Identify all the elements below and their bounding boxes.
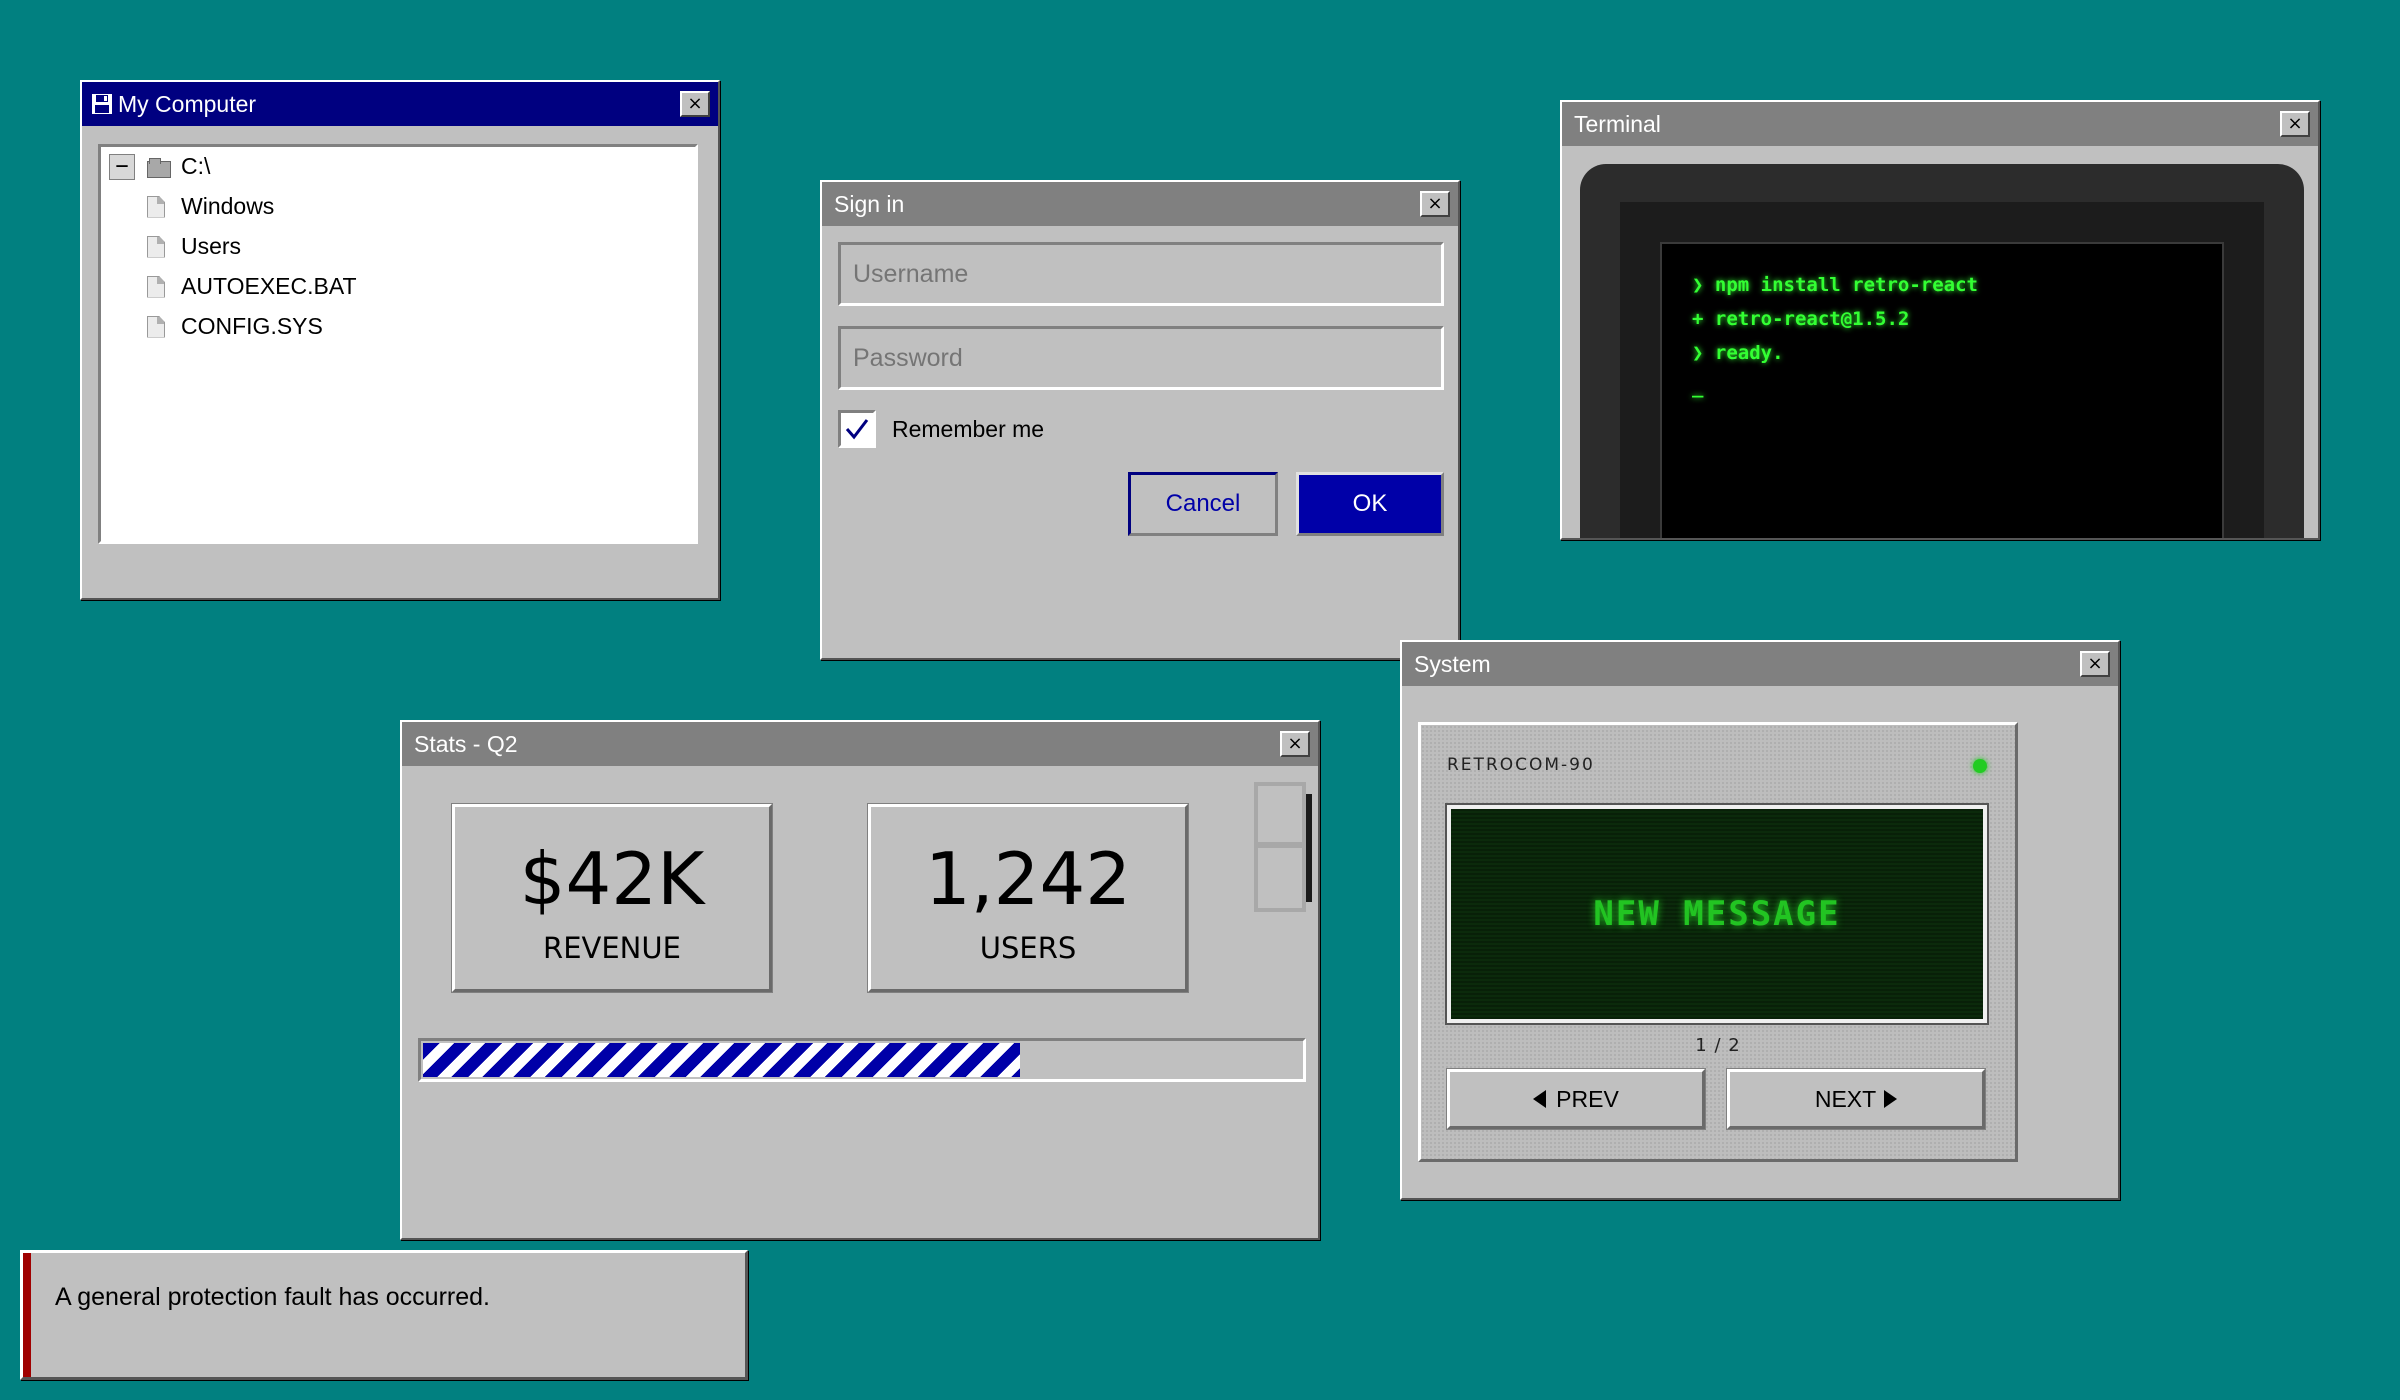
file-tree: − C:\ Windows Users AUTOEXEC.BAT CONFIG.… [98,144,698,544]
screen-message: NEW MESSAGE [1593,894,1841,934]
terminal-titlebar[interactable]: Terminal × [1562,102,2318,146]
error-accent-bar [23,1253,31,1377]
close-icon: × [1427,193,1443,214]
arrow-left-icon [1533,1090,1547,1108]
collapse-toggle[interactable]: − [109,153,135,180]
tree-item[interactable]: Users [147,233,241,260]
window-title: System [1414,650,1491,677]
page-indicator: 1 / 2 [1695,1035,1741,1056]
terminal-window: Terminal × ❯ npm install retro-react + r… [1560,100,2320,540]
remember-me-label: Remember me [892,415,1045,442]
tree-item-label: CONFIG.SYS [181,313,323,339]
system-titlebar[interactable]: System × [1402,642,2118,686]
window-title: Terminal [1574,110,1661,137]
close-button[interactable]: × [2280,111,2310,137]
remember-me-row[interactable]: Remember me [838,410,1044,448]
error-toast: A general protection fault has occurred. [20,1250,748,1380]
users-label: USERS [979,931,1077,965]
close-icon: × [1287,733,1303,754]
my-computer-window: My Computer × − C:\ Windows Users AUTOEX… [80,80,720,600]
tree-item[interactable]: CONFIG.SYS [147,313,323,340]
crt-bezel: ❯ npm install retro-react + retro-react@… [1580,164,2304,538]
device-name: RETROCOM-90 [1447,755,1595,775]
tree-item-label: Windows [181,193,275,219]
cancel-button[interactable]: Cancel [1128,472,1278,536]
next-label: NEXT [1814,1085,1877,1112]
floppy-disk-icon [92,94,112,114]
window-title: Sign in [834,190,905,217]
scrollbar-thumb[interactable] [1306,794,1312,902]
tree-item[interactable]: Windows [147,193,274,220]
window-title: Stats - Q2 [414,730,518,757]
close-icon: × [2087,653,2103,674]
ok-button[interactable]: OK [1296,472,1444,536]
arrow-right-icon [1884,1090,1898,1108]
system-window: System × RETROCOM-90 NEW MESSAGE 1 / 2 P… [1400,640,2120,1200]
tree-item[interactable]: AUTOEXEC.BAT [147,273,357,300]
signin-window: Sign in × Remember me Cancel OK [820,180,1460,660]
file-icon [147,235,165,258]
window-title: My Computer [118,90,257,117]
users-card: 1,242 USERS [867,803,1189,993]
revenue-card: $42K REVENUE [451,803,773,993]
retrocom-device: RETROCOM-90 NEW MESSAGE 1 / 2 PREV NEXT [1418,722,2018,1162]
terminal-line: ❯ npm install retro-react [1692,274,1978,296]
terminal-line: + retro-react@1.5.2 [1692,308,1910,330]
terminal-line: ❯ ready. [1692,342,1784,364]
close-icon: × [687,93,703,114]
stats-titlebar[interactable]: Stats - Q2 × [402,722,1318,766]
next-button[interactable]: NEXT [1726,1068,1986,1130]
password-input[interactable] [838,326,1444,390]
users-value: 1,242 [924,837,1132,921]
tree-item-label: Users [181,233,242,259]
prev-button[interactable]: PREV [1446,1068,1706,1130]
remember-me-checkbox[interactable] [838,410,876,448]
ok-button-label: OK [1352,490,1388,517]
my-computer-titlebar[interactable]: My Computer × [82,82,718,126]
tree-item-label: C:\ [181,153,211,179]
device-screen: NEW MESSAGE [1445,803,1989,1025]
crt-frame: ❯ npm install retro-react + retro-react@… [1620,202,2264,538]
tree-item-label: AUTOEXEC.BAT [181,273,357,299]
error-message: A general protection fault has occurred. [55,1283,490,1311]
close-icon: × [2287,113,2303,134]
signin-titlebar[interactable]: Sign in × [822,182,1458,226]
prev-label: PREV [1556,1085,1619,1112]
terminal-screen[interactable]: ❯ npm install retro-react + retro-react@… [1660,242,2224,538]
tree-item-drive[interactable]: − C:\ [109,153,210,180]
terminal-cursor: _ [1692,376,1704,398]
scrollbar[interactable] [1254,782,1312,912]
close-button[interactable]: × [1420,191,1450,217]
progress-bar [418,1038,1306,1082]
scrollbar-divider [1254,842,1306,848]
close-button[interactable]: × [1280,731,1310,757]
status-led [1973,759,1987,773]
file-icon [147,195,165,218]
close-button[interactable]: × [2080,651,2110,677]
username-input[interactable] [838,242,1444,306]
stats-window: Stats - Q2 × $42K REVENUE 1,242 USERS [400,720,1320,1240]
file-icon [147,275,165,298]
close-button[interactable]: × [680,91,710,117]
folder-open-icon [147,157,171,178]
progress-fill [423,1043,1021,1077]
checkmark-icon [845,419,869,440]
revenue-value: $42K [519,837,705,921]
revenue-label: REVENUE [543,931,681,965]
cancel-button-label: Cancel [1165,490,1241,517]
file-icon [147,315,165,338]
